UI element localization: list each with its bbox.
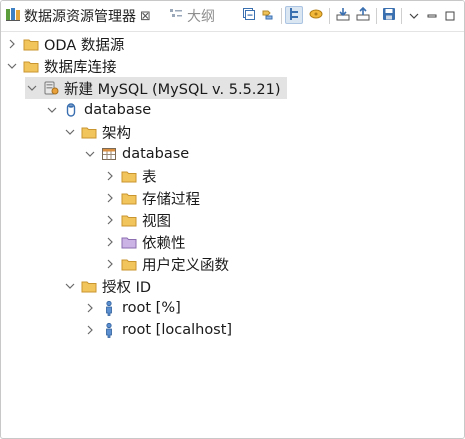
tree-item-label: 用户定义函数	[142, 257, 229, 274]
tree-item-schemas[interactable]: 架构	[63, 121, 131, 143]
save-button[interactable]	[380, 6, 398, 24]
folder-icon	[23, 36, 39, 52]
tree-item-user-defined-functions[interactable]: 用户定义函数	[103, 253, 229, 275]
tree-item-label: database	[84, 102, 152, 118]
minimize-icon	[427, 6, 437, 25]
folder-icon	[121, 190, 137, 206]
link-with-editor-button[interactable]	[259, 6, 277, 24]
tree-item-label: 视图	[142, 213, 171, 230]
connect-button[interactable]	[307, 6, 325, 24]
tree-item-dependencies[interactable]: 依赖性	[103, 231, 186, 253]
collapse-all-icon	[242, 6, 256, 25]
toolbar-separator	[329, 8, 330, 24]
tree-item-oda-data-sources[interactable]: ODA 数据源	[5, 33, 124, 55]
outline-icon	[168, 6, 184, 26]
database-icon	[63, 102, 79, 118]
maximize-icon	[445, 6, 455, 25]
user-icon	[101, 300, 117, 316]
folder-icon	[23, 58, 39, 74]
toolbar-separator	[376, 8, 377, 24]
folder-icon	[81, 124, 97, 140]
chevron-right-icon[interactable]	[5, 37, 19, 51]
import-icon	[336, 6, 350, 25]
tree-item-mysql-connection[interactable]: 新建 MySQL (MySQL v. 5.5.21)	[25, 77, 287, 99]
tree-item-label: 依赖性	[142, 235, 186, 252]
schema-icon	[101, 146, 117, 162]
tree-item-label: 新建 MySQL (MySQL v. 5.5.21)	[64, 81, 281, 98]
import-button[interactable]	[334, 6, 352, 24]
toolbar-separator	[401, 8, 402, 24]
maximize-button[interactable]	[441, 6, 459, 24]
collapse-all-button[interactable]	[240, 6, 258, 24]
link-with-editor-icon	[261, 6, 275, 25]
tree-item-label: 授权 ID	[102, 279, 152, 296]
view-menu-icon	[409, 6, 419, 25]
tree-item-schema-database[interactable]: database	[83, 143, 189, 165]
tree-item-label: 架构	[102, 125, 131, 142]
tree-item-authorization-ids[interactable]: 授权 ID	[63, 275, 151, 297]
tree-item-label: 表	[142, 169, 157, 186]
tree-item-views[interactable]: 视图	[103, 209, 171, 231]
tree-item-database-connections[interactable]: 数据库连接	[5, 55, 117, 77]
tree-item-label: database	[122, 146, 190, 162]
tree-item-label: root [localhost]	[122, 322, 233, 338]
data-source-explorer-icon	[5, 6, 21, 26]
tab-label: 数据源资源管理器	[24, 9, 136, 25]
chevron-down-icon[interactable]	[63, 125, 77, 139]
chevron-down-icon[interactable]	[25, 81, 39, 95]
chevron-right-icon[interactable]	[103, 169, 117, 183]
tab-outline[interactable]: 大纲	[166, 1, 226, 31]
new-connection-profile-button[interactable]	[285, 6, 303, 24]
chevron-down-icon[interactable]	[45, 103, 59, 117]
save-icon	[382, 6, 396, 25]
chevron-right-icon[interactable]	[103, 191, 117, 205]
database-connection-icon	[43, 80, 59, 96]
chevron-down-icon[interactable]	[63, 279, 77, 293]
tree-item-label: 存储过程	[142, 191, 200, 208]
folder-icon	[81, 278, 97, 294]
chevron-right-icon[interactable]	[83, 301, 97, 315]
close-icon[interactable]: ⊠	[140, 10, 151, 23]
tree-item-label: ODA 数据源	[44, 37, 125, 54]
view-menu-button[interactable]	[405, 6, 423, 24]
chevron-right-icon[interactable]	[103, 213, 117, 227]
view-tab-bar: 数据源资源管理器 ⊠ 大纲	[1, 1, 464, 32]
tree-item-tables[interactable]: 表	[103, 165, 157, 187]
folder-icon	[121, 256, 137, 272]
tree-item-user-root-localhost[interactable]: root [localhost]	[83, 319, 232, 341]
chevron-down-icon[interactable]	[5, 59, 19, 73]
tree-item-label: root [%]	[122, 300, 181, 316]
chevron-down-icon[interactable]	[83, 147, 97, 161]
folder-icon	[121, 168, 137, 184]
chevron-right-icon[interactable]	[103, 235, 117, 249]
folder-icon	[121, 212, 137, 228]
export-button[interactable]	[354, 6, 372, 24]
connect-icon	[308, 6, 324, 25]
tree-item-stored-procedures[interactable]: 存储过程	[103, 187, 200, 209]
export-icon	[356, 6, 370, 25]
tab-label: 大纲	[187, 9, 215, 25]
tree-item-label: 数据库连接	[44, 59, 117, 76]
dependency-folder-icon	[121, 234, 137, 250]
toolbar-separator	[281, 8, 282, 24]
new-connection-profile-icon	[287, 6, 301, 25]
chevron-right-icon[interactable]	[83, 323, 97, 337]
minimize-button[interactable]	[423, 6, 441, 24]
tree-item-database[interactable]: database	[45, 99, 151, 121]
data-source-explorer-view: 数据源资源管理器 ⊠ 大纲 ODA 数据源 数据库连接 新建 MySQL (My…	[0, 0, 465, 439]
chevron-right-icon[interactable]	[103, 257, 117, 271]
user-icon	[101, 322, 117, 338]
tab-data-source-explorer[interactable]: 数据源资源管理器 ⊠	[1, 1, 163, 31]
tree-item-user-root-any[interactable]: root [%]	[83, 297, 181, 319]
